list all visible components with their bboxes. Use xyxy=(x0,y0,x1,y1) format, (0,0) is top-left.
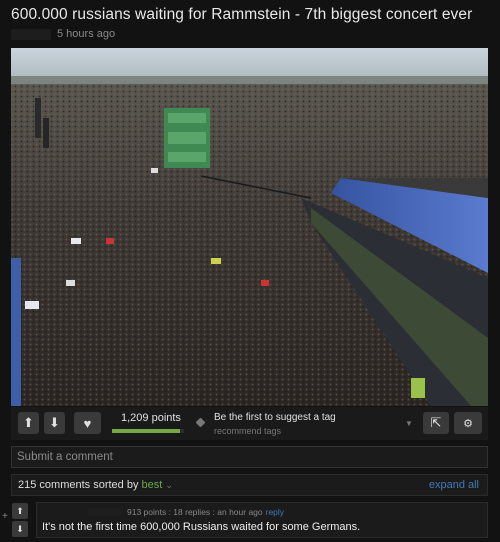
post-image[interactable] xyxy=(11,48,488,406)
expand-replies-icon[interactable]: + xyxy=(2,511,8,522)
recommend-tags-link[interactable]: recommend tags xyxy=(214,426,281,436)
share-icon: ⇱ xyxy=(430,415,442,430)
post-title: 600.000 russians waiting for Rammstein -… xyxy=(11,6,473,23)
comment-item: 913 points : 18 replies : an hour ago re… xyxy=(36,502,488,538)
arrow-down-icon: ⬇ xyxy=(49,415,60,430)
reply-link[interactable]: reply xyxy=(266,507,284,517)
tag-icon xyxy=(195,417,206,428)
redacted-username xyxy=(87,508,123,516)
arrow-up-icon: ⬆ xyxy=(23,415,34,430)
comment-upvote-button[interactable]: ⬆ xyxy=(12,503,28,519)
arrow-up-icon: ⬆ xyxy=(16,505,24,516)
points-bar xyxy=(112,429,184,433)
comment-meta: 913 points : 18 replies : an hour ago re… xyxy=(87,507,284,517)
chevron-down-icon[interactable]: ⌄ xyxy=(165,480,173,490)
share-button[interactable]: ⇱ xyxy=(423,412,449,434)
redacted-username xyxy=(11,28,51,40)
gear-icon: ⚙ xyxy=(463,417,473,430)
settings-button[interactable]: ⚙ xyxy=(454,412,482,434)
expand-all-link[interactable]: expand all xyxy=(429,479,479,491)
concert-crowd-photo xyxy=(11,48,488,406)
comment-text: It's not the first time 600,000 Russians… xyxy=(42,521,361,533)
arrow-down-icon: ⬇ xyxy=(16,523,24,534)
comment-input[interactable]: Submit a comment xyxy=(11,446,488,468)
tag-prompt[interactable]: Be the first to suggest a tag xyxy=(214,412,336,423)
downvote-button[interactable]: ⬇ xyxy=(44,412,65,434)
points-bar-fill xyxy=(112,429,181,433)
upvote-button[interactable]: ⬆ xyxy=(18,412,39,434)
post-time: 5 hours ago xyxy=(57,28,116,40)
sort-select[interactable]: best xyxy=(142,479,163,491)
comments-sort-bar: 215 comments sorted by best ⌄ expand all xyxy=(11,474,488,496)
chevron-down-icon[interactable]: ▼ xyxy=(405,419,413,428)
post-meta: 5 hours ago xyxy=(11,27,115,41)
favorite-button[interactable]: ♥ xyxy=(74,412,101,434)
action-bar: ⬆ ⬇ ♥ 1,209 points Be the first to sugge… xyxy=(11,407,488,440)
heart-icon: ♥ xyxy=(83,415,92,431)
comment-count: 215 comments sorted by xyxy=(18,479,139,491)
points-count: 1,209 points xyxy=(121,412,181,424)
comment-stats: 913 points : 18 replies : an hour ago xyxy=(127,507,263,517)
comment-downvote-button[interactable]: ⬇ xyxy=(12,521,28,537)
